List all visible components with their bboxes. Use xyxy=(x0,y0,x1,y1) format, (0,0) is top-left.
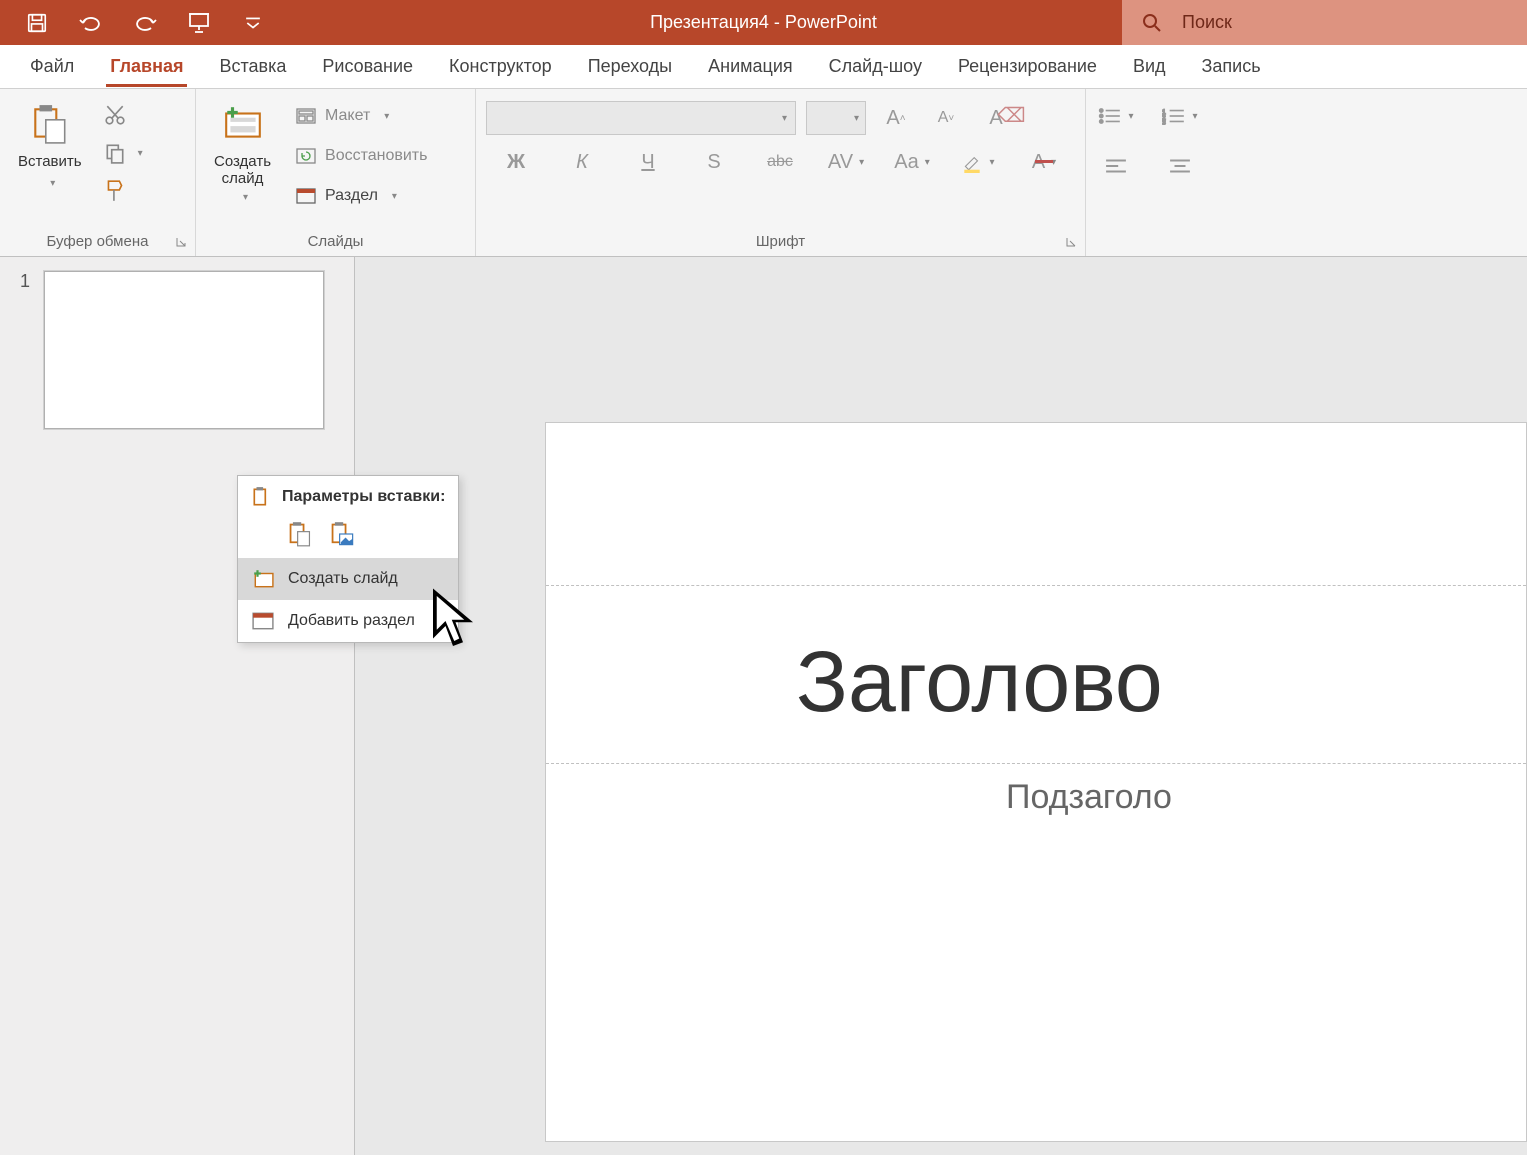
save-button[interactable] xyxy=(25,11,49,35)
tab-review[interactable]: Рецензирование xyxy=(940,48,1115,85)
chevron-down-icon: ▾ xyxy=(384,111,389,122)
context-menu-add-section-label: Добавить раздел xyxy=(288,612,415,630)
reset-icon xyxy=(295,145,317,167)
qat-customize-button[interactable] xyxy=(241,11,265,35)
dialog-launcher-icon[interactable] xyxy=(1065,236,1079,250)
highlight-color-button[interactable]: ▾ xyxy=(958,147,998,177)
paste-keep-formatting-button[interactable] xyxy=(286,520,314,548)
ribbon-tabs: Файл Главная Вставка Рисование Конструкт… xyxy=(0,45,1527,89)
paste-icon xyxy=(29,103,71,145)
tab-animations[interactable]: Анимация xyxy=(690,48,811,85)
group-slides: Создать слайд ▾ Макет ▾ Восстановить Раз… xyxy=(196,89,476,256)
italic-button[interactable]: К xyxy=(562,147,602,177)
tab-slideshow[interactable]: Слайд-шоу xyxy=(811,48,940,85)
paste-options-row xyxy=(238,514,458,558)
titlebar: Презентация4 - PowerPoint Поиск xyxy=(0,0,1527,45)
copy-button[interactable] xyxy=(98,139,132,167)
align-center-button[interactable] xyxy=(1160,151,1200,181)
ribbon: Вставить ▾ ▾ Буфер обмена Создать слайд xyxy=(0,89,1527,257)
new-slide-icon xyxy=(222,103,264,145)
group-paragraph: ▾ 123▾ xyxy=(1086,89,1527,256)
section-icon xyxy=(252,610,274,632)
char-spacing-button[interactable]: AV▾ xyxy=(826,147,866,177)
group-font: ▾ ▾ A˄ A˅ A⌫ Ж К Ч S abc AV▾ Aa▾ ▾ A▾ Шр… xyxy=(476,89,1086,256)
paste-picture-button[interactable] xyxy=(328,520,356,548)
tab-home[interactable]: Главная xyxy=(92,48,201,85)
strikethrough-button[interactable]: abc xyxy=(760,147,800,177)
group-label-font: Шрифт xyxy=(476,229,1085,256)
svg-text:3: 3 xyxy=(1162,120,1166,125)
slide-thumbnail[interactable] xyxy=(44,271,324,429)
font-size-dropdown[interactable]: ▾ xyxy=(806,101,866,135)
chevron-down-icon: ▾ xyxy=(50,178,55,189)
section-button[interactable]: Раздел ▾ xyxy=(287,181,435,211)
reset-label: Восстановить xyxy=(325,147,427,165)
tab-transitions[interactable]: Переходы xyxy=(570,48,690,85)
layout-button[interactable]: Макет ▾ xyxy=(287,101,435,131)
context-menu-header: Параметры вставки: xyxy=(238,476,458,514)
context-menu-new-slide[interactable]: Создать слайд xyxy=(238,558,458,600)
tab-view[interactable]: Вид xyxy=(1115,48,1184,85)
tab-insert[interactable]: Вставка xyxy=(201,48,304,85)
paste-options-icon xyxy=(252,486,272,508)
slide-thumbnail-wrap: 1 xyxy=(20,271,334,429)
format-painter-button[interactable] xyxy=(98,177,132,205)
workspace: 1 Заголово Подзаголо xyxy=(0,257,1527,1155)
context-menu-new-slide-label: Создать слайд xyxy=(288,570,398,588)
reset-button[interactable]: Восстановить xyxy=(287,141,435,171)
clear-formatting-button[interactable]: A⌫ xyxy=(976,103,1016,133)
numbering-button[interactable]: 123▾ xyxy=(1160,101,1200,131)
bullets-button[interactable]: ▾ xyxy=(1096,101,1136,131)
redo-button[interactable] xyxy=(133,11,157,35)
slide-number: 1 xyxy=(20,271,30,429)
dialog-launcher-icon[interactable] xyxy=(175,236,189,250)
chevron-down-icon: ▾ xyxy=(392,191,397,202)
cut-button[interactable] xyxy=(98,101,132,129)
document-title: Презентация4 - PowerPoint xyxy=(650,12,877,33)
paste-label: Вставить xyxy=(18,153,82,170)
underline-button[interactable]: Ч xyxy=(628,147,668,177)
layout-label: Макет xyxy=(325,107,370,125)
search-box[interactable]: Поиск xyxy=(1122,0,1527,45)
context-menu: Параметры вставки: Создать слайд Добавит… xyxy=(237,475,459,643)
new-slide-button[interactable]: Создать слайд ▾ xyxy=(206,97,279,203)
change-case-button[interactable]: Aa▾ xyxy=(892,147,932,177)
align-left-button[interactable] xyxy=(1096,151,1136,181)
group-label-slides: Слайды xyxy=(196,229,475,256)
tab-design[interactable]: Конструктор xyxy=(431,48,570,85)
tab-file[interactable]: Файл xyxy=(12,48,92,85)
chevron-down-icon: ▾ xyxy=(243,192,248,203)
search-icon xyxy=(1142,13,1162,33)
shadow-button[interactable]: S xyxy=(694,147,734,177)
present-button[interactable] xyxy=(187,11,211,35)
group-clipboard: Вставить ▾ ▾ Буфер обмена xyxy=(0,89,196,256)
quick-access-toolbar xyxy=(0,11,265,35)
slide-thumbnail-panel[interactable]: 1 xyxy=(0,257,355,1155)
context-menu-header-label: Параметры вставки: xyxy=(282,488,445,506)
group-label-clipboard: Буфер обмена xyxy=(0,229,195,256)
section-icon xyxy=(295,185,317,207)
new-slide-icon xyxy=(252,568,274,590)
slide[interactable]: Заголово Подзаголо xyxy=(545,422,1527,1142)
decrease-font-button[interactable]: A˅ xyxy=(926,103,966,133)
tab-draw[interactable]: Рисование xyxy=(304,48,431,85)
title-placeholder[interactable]: Заголово xyxy=(796,633,1163,732)
slide-canvas[interactable]: Заголово Подзаголо xyxy=(355,257,1527,1155)
chevron-down-icon: ▾ xyxy=(854,113,859,124)
context-menu-add-section[interactable]: Добавить раздел xyxy=(238,600,458,642)
layout-icon xyxy=(295,105,317,127)
font-name-dropdown[interactable]: ▾ xyxy=(486,101,796,135)
font-color-button[interactable]: A▾ xyxy=(1024,147,1064,177)
section-label: Раздел xyxy=(325,187,378,205)
chevron-down-icon: ▾ xyxy=(782,113,787,124)
chevron-down-icon[interactable]: ▾ xyxy=(138,148,143,159)
bold-button[interactable]: Ж xyxy=(496,147,536,177)
undo-button[interactable] xyxy=(79,11,103,35)
subtitle-placeholder[interactable]: Подзаголо xyxy=(1006,778,1172,817)
paste-button[interactable]: Вставить ▾ xyxy=(10,97,90,189)
new-slide-label: Создать слайд xyxy=(214,153,271,188)
tab-record[interactable]: Запись xyxy=(1184,48,1279,85)
increase-font-button[interactable]: A˄ xyxy=(876,103,916,133)
search-placeholder: Поиск xyxy=(1182,12,1232,33)
